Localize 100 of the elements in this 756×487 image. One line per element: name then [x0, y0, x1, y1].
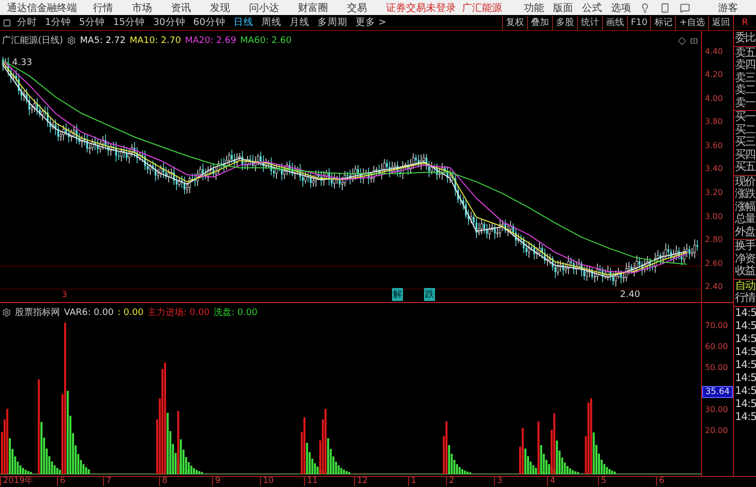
event-marker: 3	[62, 290, 68, 300]
menu-item[interactable]: 资讯	[171, 0, 191, 15]
date-label: 6	[57, 477, 66, 486]
period-tab[interactable]: 1分钟	[45, 16, 72, 30]
tool-button[interactable]: 统计	[576, 16, 602, 30]
menu-item[interactable]: 问小达	[249, 0, 279, 15]
period-tab[interactable]: 更多 >	[355, 16, 386, 30]
settings-icon[interactable]	[67, 36, 76, 46]
ticks-title: 行情	[735, 292, 756, 305]
date-label: 4	[547, 477, 556, 486]
axis-label: 2.60	[705, 258, 723, 268]
panel-icon[interactable]	[690, 37, 698, 46]
chat-icon[interactable]	[680, 2, 690, 13]
date-label: 5	[598, 477, 606, 486]
tool-button[interactable]: 叠加	[526, 16, 552, 30]
menu-item[interactable]: 选项	[611, 0, 631, 15]
tool-button[interactable]: 复权	[502, 16, 527, 30]
quote-label: 净资	[735, 252, 756, 265]
quote-label: 外盘	[735, 226, 756, 238]
menu-item[interactable]: 公式	[582, 0, 602, 15]
axis-label: 4.40	[705, 46, 723, 56]
quote-label: 买三	[735, 136, 756, 149]
ma-legend: MA60: 2.60	[240, 36, 292, 46]
menu-item[interactable]: 版面	[553, 0, 573, 15]
chart-title: 广汇能源(日线)	[2, 34, 64, 48]
indicator-value: 洗盘: 0.00	[214, 306, 258, 320]
tool-button[interactable]: +自选	[675, 16, 708, 30]
period-tab[interactable]: 分时	[17, 16, 37, 30]
phone-icon[interactable]	[660, 2, 670, 13]
tick-time: 14:5	[734, 384, 756, 398]
quote-label: 买一	[735, 111, 756, 124]
square-icon[interactable]	[3, 18, 11, 27]
quote-label: 换手	[735, 240, 756, 253]
settings-icon[interactable]	[2, 308, 11, 318]
quote-label: 涨幅	[735, 200, 756, 213]
menu-item[interactable]: 交易	[347, 0, 367, 15]
tick-time: 14:5	[734, 332, 756, 346]
login-status[interactable]: 证券交易未登录	[386, 0, 456, 15]
tick-time: 14:5	[734, 372, 756, 385]
period-tab[interactable]: 多周期	[317, 16, 348, 30]
date-label: 7	[103, 477, 112, 486]
tick-time: 14:5	[734, 358, 756, 372]
period-tab[interactable]: 周线	[261, 16, 282, 30]
date-label: 1	[408, 477, 416, 486]
diamond-icon[interactable]	[678, 37, 686, 46]
axis-label: 3.60	[705, 140, 723, 150]
axis-label: 3.20	[705, 188, 723, 197]
panel-tab[interactable]: R	[733, 15, 756, 30]
quote-label: 现价	[735, 176, 756, 188]
ma-legend: MA20: 2.69	[184, 36, 236, 46]
indicator-title: 股票指标网	[15, 306, 60, 320]
quote-label: 收益	[735, 265, 756, 278]
axis-label: 2.40	[705, 282, 723, 292]
menu-item[interactable]: 财富圈	[298, 0, 328, 15]
axis-label: 3.80	[705, 117, 723, 126]
tool-button[interactable]: F10	[626, 16, 650, 30]
axis-label: 4.00	[705, 94, 723, 103]
menu-item[interactable]: 发现	[210, 0, 230, 15]
quote-label: 卖五	[735, 46, 756, 59]
quote-label: 卖三	[735, 72, 756, 84]
bulb-icon[interactable]	[640, 2, 650, 13]
tick-time: 14:5	[734, 410, 756, 424]
mode-label[interactable]: 自动	[735, 280, 756, 292]
axis-label: 4.20	[705, 70, 723, 80]
tool-button[interactable]: 返回	[708, 16, 733, 30]
quote-label: 总量	[735, 213, 756, 226]
period-tab[interactable]: 日线	[233, 16, 254, 30]
axis-label: 60.00	[705, 342, 728, 352]
axis-label: 50.00	[705, 363, 728, 372]
date-label: 10	[260, 477, 274, 486]
app-title: 通达信金融终端	[7, 2, 77, 15]
menu-item[interactable]: 行情	[93, 0, 113, 15]
date-label: 9	[212, 477, 220, 486]
tick-time: 14:5	[734, 320, 756, 333]
quote-label: 委比	[735, 32, 756, 45]
quote-label: 买二	[735, 124, 756, 136]
date-label: 3	[494, 477, 502, 486]
period-tab[interactable]: 60分钟	[193, 16, 226, 30]
period-tab[interactable]: 15分钟	[113, 16, 146, 30]
signal-marker: 解	[392, 288, 403, 302]
tick-time: 14:5	[734, 398, 756, 411]
period-tab[interactable]: 30分钟	[153, 16, 186, 30]
axis-label: 3.00	[705, 212, 723, 221]
cursor-value: 35.64	[702, 386, 733, 398]
indicator-value: 主力进场: 0.00	[148, 306, 210, 320]
tool-button[interactable]: 标记	[650, 16, 676, 30]
user-name[interactable]: 游客	[718, 0, 738, 15]
date-label: 2019年	[0, 477, 34, 486]
period-tab[interactable]: 月线	[289, 16, 310, 30]
menu-item[interactable]: 功能	[524, 0, 544, 15]
tool-button[interactable]: 多股	[552, 16, 577, 30]
stock-name: 广汇能源	[462, 2, 502, 15]
tool-button[interactable]: 画线	[602, 16, 627, 30]
menu-item[interactable]: 市场	[132, 0, 152, 15]
date-label: 11	[304, 477, 318, 486]
quote-label: 买四	[735, 148, 756, 161]
date-label: 8	[159, 477, 168, 486]
indicator-value: VAR6: 0.00	[64, 308, 114, 318]
quote-label: 涨跌	[735, 188, 756, 201]
period-tab[interactable]: 5分钟	[79, 16, 106, 30]
